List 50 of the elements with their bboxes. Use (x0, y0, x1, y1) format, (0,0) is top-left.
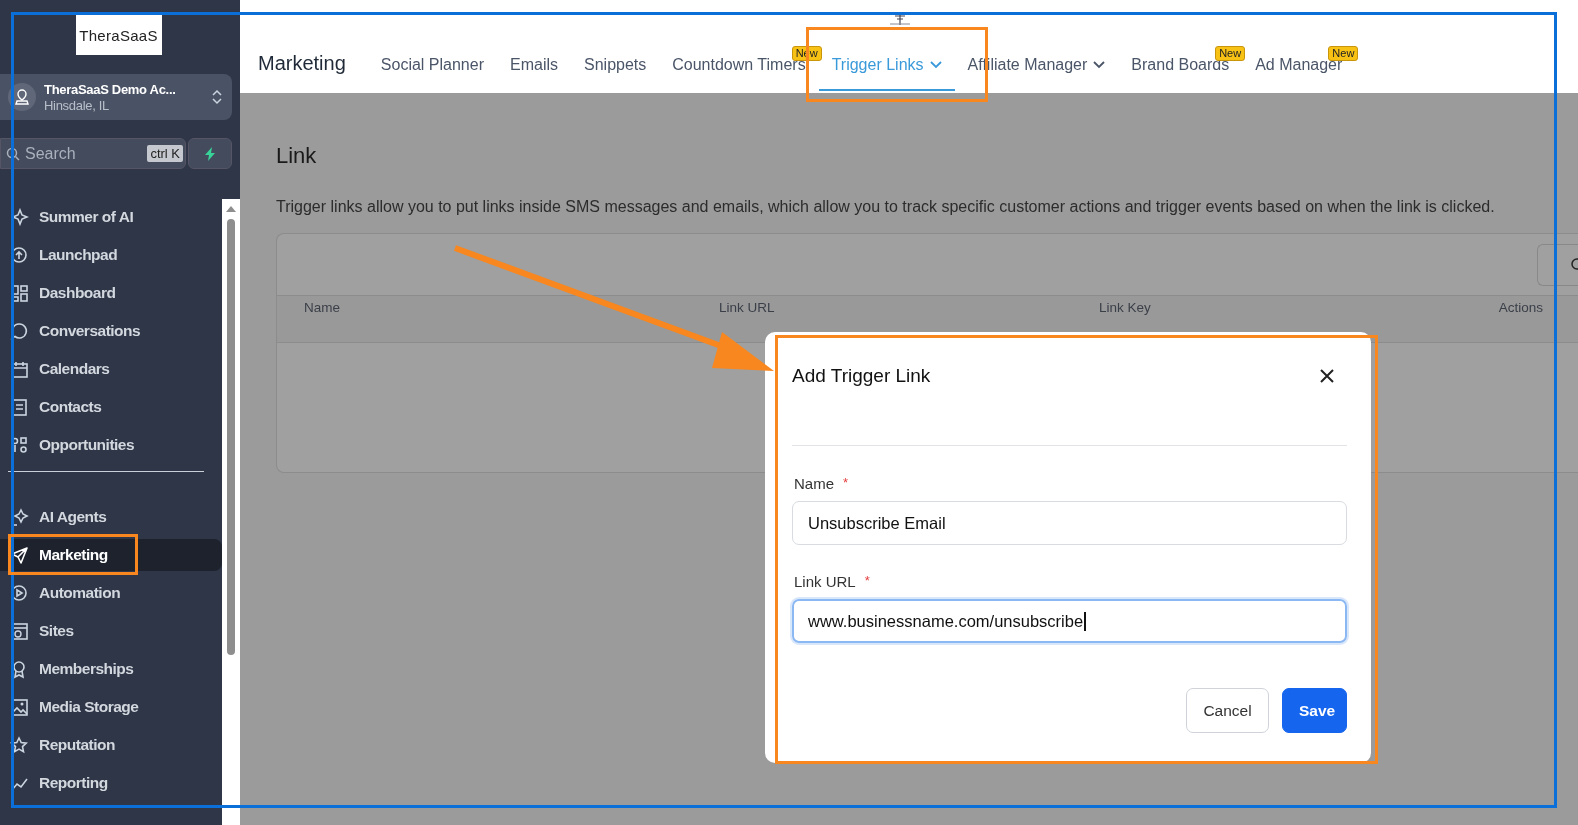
lightning-icon (204, 146, 216, 161)
sidebar-item[interactable]: Calendars (0, 353, 222, 385)
sidebar-item[interactable]: Memberships (0, 653, 222, 685)
nav-tab[interactable]: Snippets (571, 55, 660, 91)
column-header: Link Key (1099, 300, 1152, 315)
page-title: Marketing (258, 52, 346, 75)
nav-tab[interactable]: Social Planner (367, 55, 497, 91)
sidebar-item[interactable]: Sites (0, 615, 222, 647)
input-field[interactable]: www.businessname.com/unsubscribe (792, 599, 1347, 643)
scroll-up-icon (225, 205, 237, 213)
sidebar-item[interactable]: Dashboard (0, 277, 222, 309)
search-icon (6, 146, 20, 161)
location-pin-icon (8, 83, 36, 111)
sidebar-item[interactable]: Reputation (0, 729, 222, 761)
column-header: Link URL (719, 300, 776, 315)
sidebar-item[interactable]: Summer of AI (0, 201, 222, 233)
chevron-up-down-icon (212, 89, 222, 105)
shortcut-key: ctrl K (147, 145, 183, 162)
scrollbar[interactable] (222, 199, 240, 825)
input-field[interactable]: Unsubscribe Email (792, 501, 1347, 545)
column-header: Name (304, 300, 341, 315)
sidebar-item[interactable]: Reporting (0, 767, 222, 799)
account-switcher[interactable]: TheraSaaS Demo Ac... Hinsdale, IL (0, 74, 232, 120)
nav-tab[interactable]: Emails (497, 55, 571, 91)
field-label: Link URL (794, 573, 856, 590)
cancel-button[interactable]: Cancel (1186, 688, 1269, 733)
account-name: TheraSaaS Demo Ac... (44, 81, 177, 97)
sidebar-item[interactable]: Conversations (0, 315, 222, 347)
sidebar-item[interactable]: Marketing (0, 539, 222, 571)
save-button[interactable]: Save (1282, 688, 1347, 733)
quick-action-button[interactable] (188, 138, 232, 169)
new-badge: New (1215, 46, 1246, 61)
dialog-title: Add Trigger Link (792, 364, 931, 387)
search-field[interactable]: Search ctrl K (0, 138, 186, 169)
section-title: Link (276, 143, 318, 169)
description-text: Trigger links allow you to put links inside SMS messages and emails, which allow you to track specific customer actions and trigger events based on when the link is clicked. (276, 198, 1496, 216)
sidebar-item[interactable]: Media Storage (0, 691, 222, 723)
sidebar-item[interactable]: Automation (0, 577, 222, 609)
column-header: Actions (1498, 300, 1543, 315)
logo: TheraSaaS (75, 15, 162, 55)
required-asterisk: * (864, 573, 870, 590)
sidebar-item[interactable]: Opportunities (0, 429, 222, 461)
sidebar-item[interactable]: Contacts (0, 391, 222, 423)
required-asterisk: * (843, 475, 849, 492)
sidebar-item[interactable]: AI Agents (0, 501, 222, 533)
sidebar-item[interactable]: Launchpad (0, 239, 222, 271)
field-label: Name (794, 475, 834, 492)
new-badge: New (1328, 46, 1359, 61)
account-location: Hinsdale, IL (44, 97, 111, 113)
search-icon (1569, 256, 1578, 273)
